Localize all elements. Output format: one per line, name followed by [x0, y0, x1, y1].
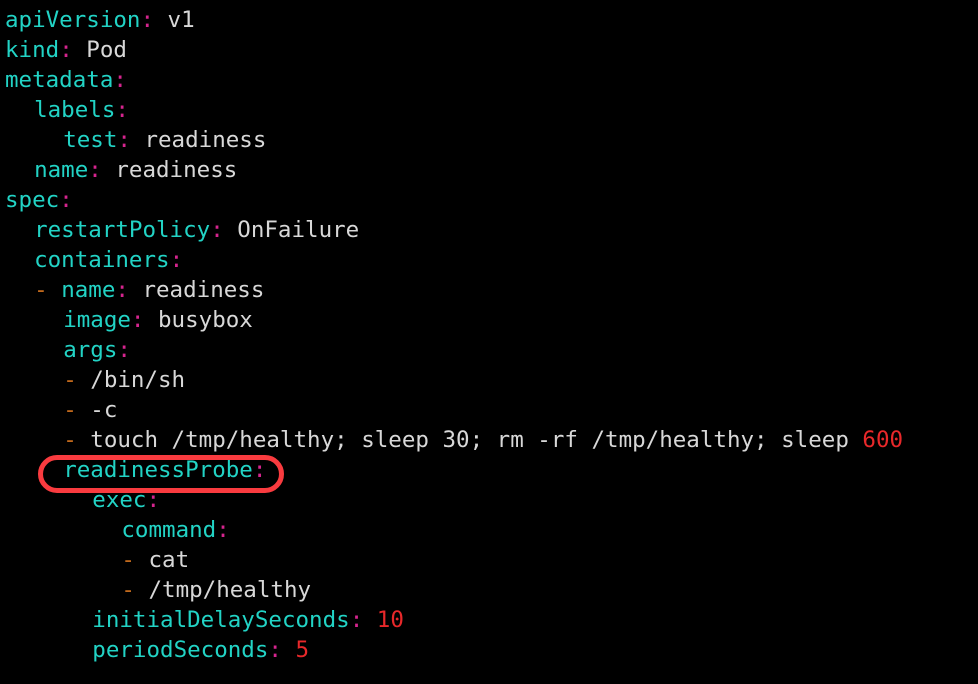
yaml-colon: :	[59, 187, 73, 213]
yaml-key: args	[63, 337, 118, 363]
yaml-colon: :	[140, 7, 155, 33]
code-line: command:	[121, 515, 229, 545]
code-line: kind: Pod	[5, 35, 127, 65]
yaml-value: Pod	[72, 37, 127, 63]
code-line: - cat	[121, 545, 189, 575]
yaml-key: kind	[5, 37, 60, 63]
yaml-key: name	[34, 157, 89, 183]
code-line: readinessProbe:	[63, 455, 266, 485]
code-line: image: busybox	[63, 305, 253, 335]
code-line: - /tmp/healthy	[121, 575, 311, 605]
yaml-value: cat	[148, 547, 190, 573]
code-line: test: readiness	[63, 125, 266, 155]
code-line: name: readiness	[34, 155, 237, 185]
code-line: - -c	[63, 395, 117, 425]
yaml-colon: :	[113, 67, 127, 93]
yaml-colon: :	[115, 97, 129, 123]
yaml-value: busybox	[144, 307, 253, 333]
yaml-value: readiness	[101, 157, 238, 183]
code-line: - touch /tmp/healthy; sleep 30; rm -rf /…	[63, 425, 903, 455]
yaml-colon: :	[59, 37, 73, 63]
yaml-value	[363, 607, 377, 633]
yaml-key: image	[63, 307, 131, 333]
yaml-value: /tmp/healthy	[148, 577, 312, 603]
yaml-value: -c	[90, 397, 118, 423]
yaml-key: restartPolicy	[34, 217, 211, 243]
code-line: exec:	[92, 485, 160, 515]
yaml-colon: :	[115, 277, 129, 303]
yaml-colon: :	[130, 307, 145, 333]
yaml-value	[282, 637, 296, 663]
yaml-value: OnFailure	[223, 217, 360, 243]
code-line: periodSeconds: 5	[92, 635, 309, 665]
yaml-value: touch /tmp/healthy; sleep 30; rm -rf /tm…	[90, 427, 863, 453]
yaml-value: readiness	[130, 127, 267, 153]
yaml-key: containers	[34, 247, 170, 273]
yaml-colon: :	[349, 607, 364, 633]
yaml-list-dash: -	[63, 427, 91, 453]
code-line: initialDelaySeconds: 10	[92, 605, 404, 635]
code-line: labels:	[34, 95, 129, 125]
yaml-key: labels	[34, 97, 116, 123]
yaml-colon: :	[216, 517, 230, 543]
yaml-value: /bin/sh	[90, 367, 186, 393]
code-line: - /bin/sh	[63, 365, 185, 395]
yaml-value: v1	[154, 7, 195, 33]
yaml-colon: :	[268, 637, 282, 663]
yaml-colon: :	[252, 457, 267, 483]
code-line: apiVersion: v1	[5, 5, 195, 35]
yaml-key: exec	[92, 487, 147, 513]
code-line: restartPolicy: OnFailure	[34, 215, 359, 245]
yaml-list-dash: -	[121, 577, 149, 603]
yaml-colon: :	[210, 217, 224, 243]
code-line: - name: readiness	[34, 275, 264, 305]
yaml-key: apiVersion	[5, 7, 141, 33]
code-line: args:	[63, 335, 131, 365]
yaml-list-dash: -	[121, 547, 149, 573]
yaml-key: periodSeconds	[92, 637, 269, 663]
yaml-number-value: 5	[295, 637, 310, 663]
yaml-key: metadata	[5, 67, 114, 93]
yaml-key: initialDelaySeconds	[92, 607, 350, 633]
yaml-list-dash: -	[34, 277, 62, 303]
yaml-number-value: 10	[376, 607, 404, 633]
yaml-colon: :	[88, 157, 102, 183]
yaml-colon: :	[117, 337, 131, 363]
yaml-code-viewer[interactable]: apiVersion: v1 kind: Pod metadata: labels: t…	[0, 0, 978, 684]
yaml-colon: :	[146, 487, 161, 513]
yaml-key: command	[121, 517, 217, 543]
yaml-colon: :	[117, 127, 131, 153]
yaml-number-value: 600	[862, 427, 904, 453]
code-line: spec:	[5, 185, 73, 215]
code-line: containers:	[34, 245, 183, 275]
yaml-colon: :	[169, 247, 184, 273]
yaml-key: name	[61, 277, 116, 303]
yaml-key: test	[63, 127, 118, 153]
yaml-key: spec	[5, 187, 60, 213]
code-line: metadata:	[5, 65, 127, 95]
yaml-value: readiness	[128, 277, 265, 303]
yaml-list-dash: -	[63, 397, 91, 423]
yaml-key: readinessProbe	[63, 457, 253, 483]
yaml-list-dash: -	[63, 367, 91, 393]
